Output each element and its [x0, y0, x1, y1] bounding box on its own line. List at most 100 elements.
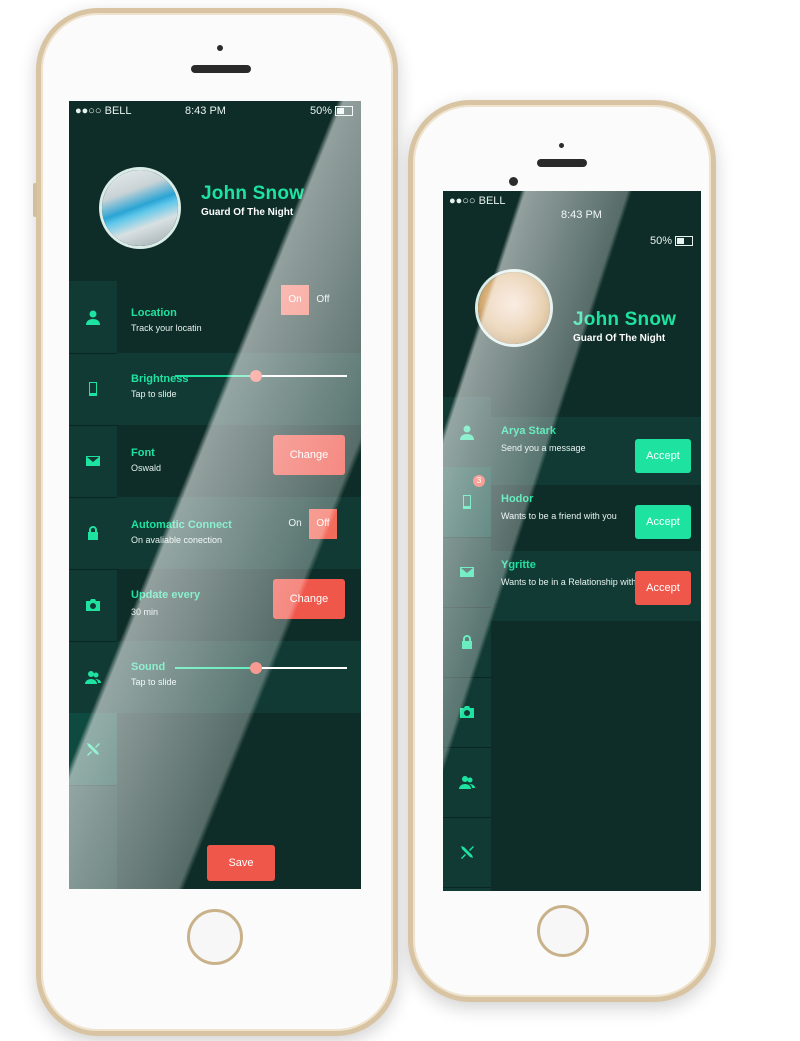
sidebar-item-messages[interactable]	[443, 537, 491, 608]
sidebar-item-messages[interactable]	[69, 425, 117, 498]
automatic-connect-off-option[interactable]: Off	[309, 509, 337, 539]
lock-icon	[462, 635, 472, 649]
request-name: Arya Stark	[501, 425, 557, 437]
setting-brightness: Brightness Tap to slide	[117, 353, 361, 425]
location-toggle: On Off	[281, 285, 337, 315]
status-bar: ●●○○ BELL 8:43 PM 50%	[443, 191, 701, 247]
request-message: Wants to be a friend with you	[501, 511, 617, 521]
mute-switch	[33, 183, 37, 217]
clock: 8:43 PM	[185, 105, 226, 117]
right-phone: ●●○○ BELL 8:43 PM 50% John Snow Guard Of…	[408, 100, 716, 1002]
mobile-icon	[463, 495, 471, 509]
accept-button[interactable]: Accept	[635, 571, 691, 605]
accept-button[interactable]: Accept	[635, 505, 691, 539]
avatar-image	[102, 170, 178, 246]
carrier-label: ●●○○ BELL	[449, 195, 506, 207]
sound-slider-fill	[175, 667, 256, 669]
avatar[interactable]	[99, 167, 181, 249]
profile-name: John Snow	[201, 183, 305, 204]
setting-automatic-connect: Automatic Connect On avaliable conection…	[117, 497, 361, 569]
update-every-subtitle: 30 min	[131, 607, 159, 617]
sidebar-item-profile[interactable]	[443, 397, 491, 468]
request-name: Ygritte	[501, 559, 536, 571]
mail-icon	[460, 567, 474, 577]
carrier-label: ●●○○ BELL	[75, 105, 132, 117]
left-screen: ●●○○ BELL 8:43 PM 50% John Snow Guard Of…	[69, 101, 361, 889]
brightness-slider[interactable]	[175, 370, 347, 382]
status-bar: ●●○○ BELL 8:43 PM 50%	[69, 101, 361, 133]
camera-icon	[86, 599, 100, 611]
right-screen: ●●○○ BELL 8:43 PM 50% John Snow Guard Of…	[443, 191, 701, 891]
list-item: Ygritte Wants to be in a Relationship wi…	[491, 551, 701, 621]
location-on-option[interactable]: On	[281, 285, 309, 315]
font-title: Font	[131, 447, 155, 459]
brightness-slider-fill	[175, 375, 256, 377]
sidebar-item-camera[interactable]	[69, 569, 117, 642]
notification-badge: 3	[473, 475, 485, 487]
profile-header: John Snow Guard Of The Night	[69, 133, 361, 281]
sidebar-item-friends[interactable]	[443, 747, 491, 818]
sound-slider[interactable]	[175, 662, 347, 674]
brightness-subtitle: Tap to slide	[131, 389, 177, 399]
sidebar-item-security[interactable]	[443, 607, 491, 678]
setting-update-every: Update every 30 min Change	[117, 569, 361, 641]
home-button[interactable]	[537, 905, 589, 957]
battery-percent: 50%	[309, 105, 332, 117]
sound-slider-knob[interactable]	[249, 662, 262, 674]
font-subtitle: Oswald	[131, 463, 162, 473]
brightness-slider-track	[255, 375, 347, 377]
sound-subtitle: Tap to slide	[131, 677, 177, 687]
sound-title: Sound	[131, 661, 166, 673]
sidebar-item-device[interactable]	[69, 353, 117, 426]
update-every-title: Update every	[131, 589, 201, 601]
clock: 8:43 PM	[561, 209, 602, 221]
profile-header: John Snow Guard Of The Night	[443, 221, 701, 397]
accept-button[interactable]: Accept	[635, 439, 691, 473]
sidebar-item-notifications[interactable]: 3	[443, 467, 491, 538]
mobile-icon	[89, 382, 97, 396]
users-icon	[85, 671, 101, 684]
sound-slider-track	[255, 667, 347, 669]
lock-icon	[88, 526, 98, 540]
setting-sound: Sound Tap to slide	[117, 641, 361, 713]
brightness-slider-knob[interactable]	[249, 370, 262, 382]
sidebar	[69, 281, 117, 889]
sensor	[559, 143, 564, 148]
save-button[interactable]: Save	[207, 845, 275, 881]
list-item: Arya Stark Send you a message Accept	[491, 417, 701, 485]
sidebar: 3	[443, 397, 491, 891]
sidebar-item-security[interactable]	[69, 497, 117, 570]
front-camera	[509, 177, 518, 186]
setting-font: Font Oswald Change	[117, 425, 361, 497]
user-icon	[86, 310, 100, 325]
sidebar-item-profile[interactable]	[69, 281, 117, 354]
earpiece-speaker	[537, 159, 587, 167]
location-subtitle: Track your locatin	[131, 323, 202, 333]
user-icon	[460, 425, 474, 440]
setting-location: Location Track your locatin On Off	[117, 281, 361, 353]
profile-subtitle: Guard Of The Night	[201, 207, 294, 218]
profile-name: John Snow	[573, 309, 677, 330]
home-button[interactable]	[187, 909, 243, 965]
request-message: Wants to be in a Relationship with you	[501, 577, 654, 587]
profile-subtitle: Guard Of The Night	[573, 333, 666, 344]
location-title: Location	[131, 307, 177, 319]
sensor	[217, 45, 223, 51]
request-message: Send you a message	[501, 443, 586, 453]
font-change-button[interactable]: Change	[273, 435, 345, 475]
sidebar-item-settings[interactable]	[443, 817, 491, 888]
automatic-connect-subtitle: On avaliable conection	[131, 535, 223, 545]
avatar[interactable]	[475, 269, 553, 347]
sidebar-item-camera[interactable]	[443, 677, 491, 748]
users-icon	[459, 776, 475, 789]
sidebar-item-friends[interactable]	[69, 641, 117, 714]
battery-icon	[335, 106, 353, 117]
tools-icon	[87, 743, 100, 756]
left-phone: ●●○○ BELL 8:43 PM 50% John Snow Guard Of…	[33, 8, 398, 1036]
automatic-connect-on-option[interactable]: On	[281, 509, 309, 539]
avatar-image	[478, 272, 550, 344]
earpiece-speaker	[191, 65, 251, 73]
sidebar-item-settings[interactable]	[69, 713, 117, 786]
location-off-option[interactable]: Off	[309, 285, 337, 315]
update-every-change-button[interactable]: Change	[273, 579, 345, 619]
